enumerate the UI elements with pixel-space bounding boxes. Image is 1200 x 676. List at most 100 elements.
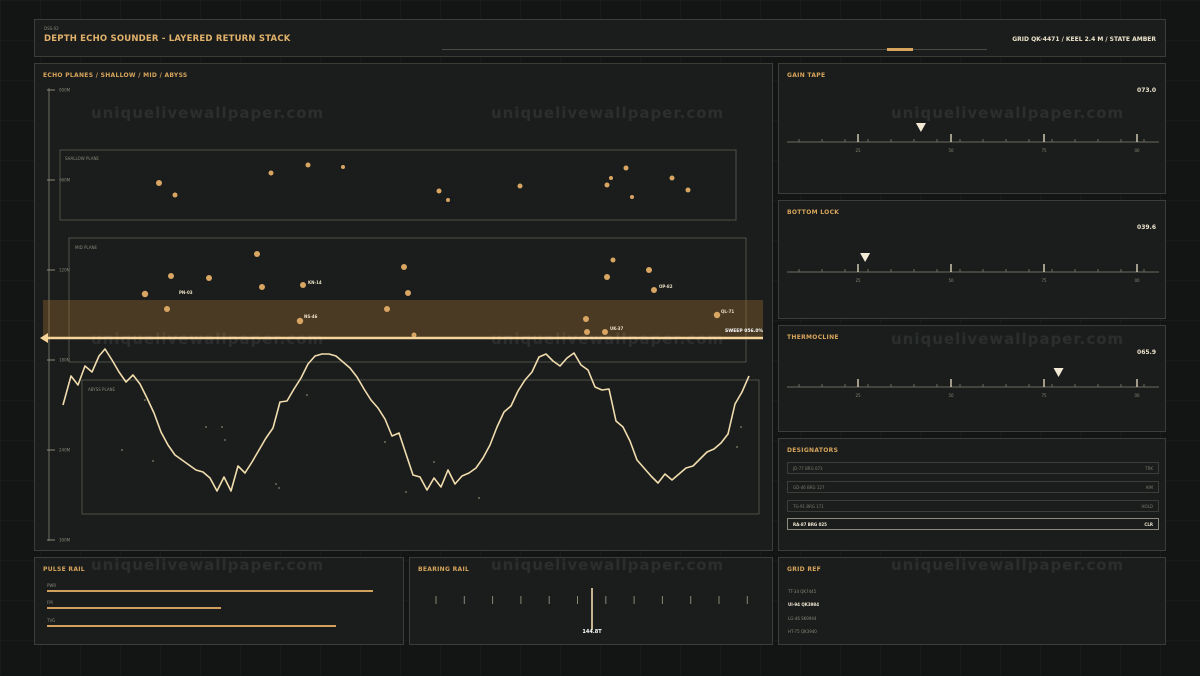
designator-row[interactable]: TG-91 BRG 171 HOLD (787, 500, 1159, 512)
tape-pointer-icon (860, 253, 871, 262)
shallow-plane-label: SHALLOW PLANE (65, 156, 99, 161)
echo-point (623, 165, 629, 171)
echo-point (141, 290, 149, 298)
echo-point (221, 426, 223, 428)
bottom-lock-scale[interactable]: 25 50 75 00 (779, 201, 1167, 320)
echo-point (152, 460, 154, 462)
echo-point (401, 264, 407, 270)
pulse-label: PWR (47, 583, 57, 588)
designator-row-active[interactable]: RA-87 BRG 025 CLR (787, 518, 1159, 530)
echo-point (156, 180, 162, 186)
echo-point (478, 497, 480, 499)
echo-point (144, 399, 146, 401)
grid-ref-item-active[interactable]: UI-94 QK3984 (788, 602, 819, 607)
echo-point (436, 188, 442, 194)
grid-ref-item[interactable]: LG-46 SK9944 (788, 616, 816, 621)
pulse-bar[interactable] (47, 625, 336, 627)
echo-point (384, 441, 386, 443)
echo-point (305, 162, 311, 168)
pulse-rail-title: PULSE RAIL (43, 566, 85, 573)
contact-label-ql71: QL-71 (721, 309, 734, 314)
bottom-lock-ticks: 25 50 75 00 (787, 253, 1159, 283)
grid-ref-item[interactable]: TT-34 QK7445 (788, 589, 816, 594)
echo-point (740, 426, 742, 428)
echo-point (341, 165, 345, 169)
echo-point (278, 487, 280, 489)
contact-label-op82: OP-82 (659, 284, 673, 289)
bottom-lock-panel: BOTTOM LOCK 039.6 25 50 75 00 (778, 200, 1166, 319)
watermark: uniquelivewallpaper.com (891, 556, 1125, 574)
designator-state: CLR (1144, 522, 1153, 527)
echo-point (206, 275, 212, 281)
watermark: uniquelivewallpaper.com (491, 556, 725, 574)
depth-tick-label: 000M (59, 88, 71, 93)
echo-point (651, 287, 657, 293)
echo-point (669, 175, 675, 181)
echo-point (168, 273, 174, 279)
echo-point (713, 311, 721, 319)
echo-point (224, 439, 226, 441)
echo-point (583, 316, 589, 322)
echo-point (604, 182, 610, 188)
tape-tick-label: 75 (1041, 148, 1047, 153)
designator-row[interactable]: GD-46 BRG 127 AIM (787, 481, 1159, 493)
designators-panel: DESIGNATORS JD-77 BRG 073 TRK GD-46 BRG … (778, 438, 1166, 551)
tape-pointer-icon (1053, 368, 1064, 377)
echo-point (300, 282, 306, 288)
watermark: uniquelivewallpaper.com (491, 104, 725, 122)
echo-point (610, 257, 616, 263)
depth-tick-label: 060M (59, 178, 71, 183)
designator-state: TRK (1145, 466, 1153, 471)
echo-point (254, 251, 260, 257)
echo-waveform (62, 348, 750, 492)
echo-point (630, 195, 634, 199)
echo-point (164, 306, 170, 312)
designator-id: JD-77 BRG 073 (793, 466, 823, 471)
depth-tick-label: 240M (59, 448, 71, 453)
designator-state: AIM (1145, 485, 1153, 490)
echo-point (384, 306, 390, 312)
tape-tick-label: 00 (1134, 278, 1140, 283)
abyss-plane-label: ABYSS PLANE (88, 387, 116, 392)
echo-point (411, 332, 417, 338)
abyss-plane-box (81, 379, 760, 515)
echo-point (609, 176, 613, 180)
echo-point (646, 267, 652, 273)
grid-ref-title: GRID REF (787, 566, 822, 573)
designator-id: GD-46 BRG 127 (793, 485, 825, 490)
tape-tick-label: 25 (855, 148, 861, 153)
echo-point (685, 187, 691, 193)
pulse-bar[interactable] (47, 590, 373, 592)
tape-tick-label: 50 (948, 148, 954, 153)
watermark: uniquelivewallpaper.com (91, 104, 325, 122)
echo-point (268, 170, 274, 176)
watermark: uniquelivewallpaper.com (891, 104, 1125, 122)
echo-point (121, 449, 123, 451)
echo-point (433, 461, 435, 463)
pulse-bar[interactable] (47, 607, 221, 609)
designator-state: HOLD (1141, 504, 1153, 509)
sweep-label: SWEEP 056.0% (725, 328, 763, 334)
pulse-label: TVG (47, 618, 56, 623)
tape-tick-label: 75 (1041, 393, 1047, 398)
pulse-label: FM (47, 600, 53, 605)
shallow-plane-box (59, 149, 737, 221)
echo-point (275, 483, 277, 485)
mid-plane-label: MID PLANE (75, 245, 97, 250)
echo-point (517, 183, 523, 189)
grid-ref-item[interactable]: HT-75 QK3940 (788, 629, 817, 634)
depth-tick-label: 300M (59, 538, 71, 543)
gain-tape-ticks: 25 50 75 00 (787, 123, 1159, 153)
thermocline-ticks: 25 50 75 00 (787, 368, 1159, 398)
tape-tick-label: 00 (1134, 148, 1140, 153)
contact-label-kn14: KN-14 (308, 280, 322, 285)
gain-tape-scale[interactable]: 25 50 75 00 (779, 64, 1167, 195)
watermark: uniquelivewallpaper.com (491, 330, 725, 348)
designators-title: DESIGNATORS (787, 447, 839, 454)
designator-row[interactable]: JD-77 BRG 073 TRK (787, 462, 1159, 474)
echo-point (604, 274, 610, 280)
watermark: uniquelivewallpaper.com (891, 330, 1125, 348)
echo-point (405, 491, 407, 493)
tape-tick-label: 25 (855, 393, 861, 398)
echo-point (405, 290, 411, 296)
